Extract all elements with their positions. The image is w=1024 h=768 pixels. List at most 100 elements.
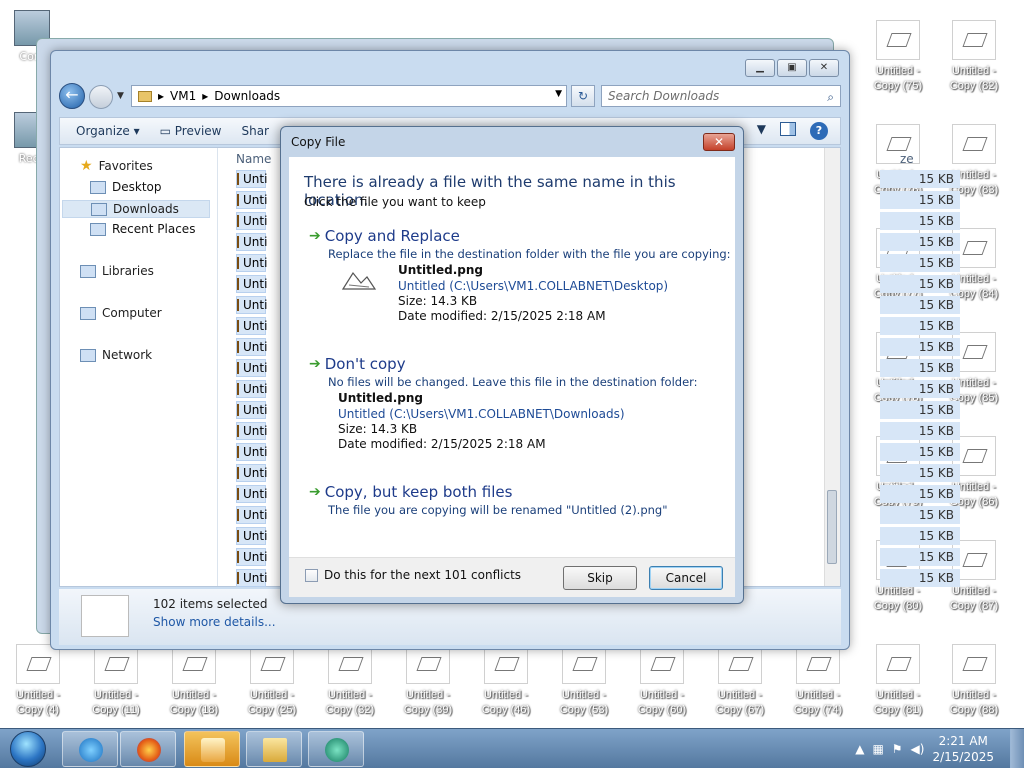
vertical-scrollbar[interactable]	[824, 148, 840, 586]
desktop-file-icon[interactable]: Untitled - Copy (82)	[938, 20, 1010, 100]
image-file-icon	[16, 644, 60, 684]
dont-copy-option[interactable]: ➔ Don't copy	[309, 355, 406, 373]
desktop-file-icon[interactable]: Untitled - Copy (67)	[704, 644, 776, 724]
taskbar-media-player[interactable]	[184, 731, 240, 767]
keep-both-option[interactable]: ➔ Copy, but keep both files	[309, 483, 512, 501]
organize-button[interactable]: Organize ▾	[76, 124, 140, 138]
file-row[interactable]: Unti	[236, 254, 267, 272]
preview-button[interactable]: ▭ Preview	[160, 124, 222, 138]
action-center-flag-icon[interactable]: ⚑	[892, 742, 903, 756]
file-row[interactable]: Unti	[236, 422, 267, 440]
cancel-button[interactable]: Cancel	[649, 566, 723, 590]
preview-pane-icon[interactable]	[780, 122, 796, 136]
file-row[interactable]: Unti	[236, 380, 267, 398]
file-row[interactable]: Unti	[236, 527, 267, 545]
taskbar: ▲ ▦ ⚑ ◀) 2:21 AM 2/15/2025	[0, 728, 1024, 768]
file-row[interactable]: Unti	[236, 464, 267, 482]
desktop-file-icon[interactable]: Untitled - Copy (60)	[626, 644, 698, 724]
breadcrumb-vm1[interactable]: VM1	[170, 89, 196, 103]
scrollbar-thumb[interactable]	[827, 490, 837, 564]
dialog-subheading: Click the file you want to keep	[304, 195, 486, 209]
desktop-file-icon[interactable]: Untitled - Copy (39)	[392, 644, 464, 724]
nav-favorites[interactable]: ★ Favorites	[80, 158, 153, 174]
help-icon[interactable]: ?	[810, 122, 828, 140]
apply-to-all-checkbox[interactable]: Do this for the next 101 conflicts	[305, 568, 521, 582]
show-desktop-button[interactable]	[1010, 729, 1024, 768]
desktop-file-icon[interactable]: Untitled - Copy (11)	[80, 644, 152, 724]
breadcrumb-downloads[interactable]: Downloads	[214, 89, 280, 103]
file-row[interactable]: Unti	[236, 443, 267, 461]
desktop-file-icon[interactable]: Untitled - Copy (81)	[862, 644, 934, 724]
show-more-details-link[interactable]: Show more details...	[153, 615, 276, 629]
history-dropdown-icon[interactable]: ▼	[117, 91, 124, 101]
file-size-cell: 15 KB	[880, 401, 960, 419]
png-file-icon	[237, 425, 239, 437]
network-tray-icon[interactable]: ▦	[872, 742, 883, 756]
file-row[interactable]: Unti	[236, 275, 267, 293]
file-row[interactable]: Unti	[236, 338, 267, 356]
copy-and-replace-option[interactable]: ➔ Copy and Replace	[309, 227, 460, 245]
desktop-file-icon[interactable]: Untitled - Copy (25)	[236, 644, 308, 724]
file-row[interactable]: Unti	[236, 233, 267, 251]
image-file-icon	[172, 644, 216, 684]
desktop-file-icon[interactable]: Untitled - Copy (88)	[938, 644, 1010, 724]
file-row[interactable]: Unti	[236, 317, 267, 335]
clock[interactable]: 2:21 AM 2/15/2025	[932, 733, 994, 765]
nav-network[interactable]: Network	[80, 348, 152, 362]
taskbar-app[interactable]	[308, 731, 364, 767]
folder-icon	[263, 738, 287, 762]
desktop-file-icon[interactable]: Untitled - Copy (46)	[470, 644, 542, 724]
file-row[interactable]: Unti	[236, 296, 267, 314]
search-input[interactable]: Search Downloads ⌕	[601, 85, 841, 107]
forward-button[interactable]	[89, 85, 113, 109]
file-row[interactable]: Unti	[236, 506, 267, 524]
back-button[interactable]: ←	[59, 83, 85, 109]
view-dropdown-icon[interactable]: ▼	[757, 122, 766, 140]
start-button[interactable]	[2, 729, 54, 768]
minimize-button[interactable]: ▁	[745, 59, 775, 77]
nav-recent-places[interactable]: Recent Places	[90, 222, 195, 236]
desktop-file-icon[interactable]: Untitled - Copy (75)	[862, 20, 934, 100]
address-dropdown-icon[interactable]: ▼	[555, 89, 562, 99]
file-row[interactable]: Unti	[236, 191, 267, 209]
checkbox-box[interactable]	[305, 568, 318, 582]
dontcopy-description: No files will be changed. Leave this fil…	[328, 375, 698, 389]
desktop-file-icon[interactable]: Untitled - Copy (74)	[782, 644, 854, 724]
file-row[interactable]: Unti	[236, 569, 267, 587]
file-size-cell: 15 KB	[880, 296, 960, 314]
refresh-button[interactable]: ↻	[571, 85, 595, 107]
file-row[interactable]: Unti	[236, 485, 267, 503]
close-window-button[interactable]: ✕	[809, 59, 839, 77]
desktop-file-icon[interactable]: Untitled - Copy (4)	[2, 644, 74, 724]
nav-downloads[interactable]: Downloads	[62, 200, 210, 218]
column-name[interactable]: Name	[236, 152, 271, 166]
share-button[interactable]: Shar	[241, 124, 269, 138]
taskbar-firefox[interactable]	[120, 731, 176, 767]
dialog-close-button[interactable]: ✕	[703, 133, 735, 151]
image-file-icon	[640, 644, 684, 684]
volume-icon[interactable]: ◀)	[911, 742, 925, 756]
desktop-file-icon[interactable]: Untitled - Copy (32)	[314, 644, 386, 724]
nav-desktop[interactable]: Desktop	[90, 180, 162, 194]
taskbar-ie[interactable]	[62, 731, 118, 767]
show-hidden-icons-icon[interactable]: ▲	[855, 742, 864, 756]
nav-libraries[interactable]: Libraries	[80, 264, 154, 278]
nav-computer[interactable]: Computer	[80, 306, 162, 320]
desktop-file-icon[interactable]: Untitled - Copy (53)	[548, 644, 620, 724]
file-row[interactable]: Unti	[236, 212, 267, 230]
file-row[interactable]: Unti	[236, 401, 267, 419]
replace-description: Replace the file in the destination fold…	[328, 247, 731, 261]
image-file-icon	[484, 644, 528, 684]
column-size[interactable]: ze	[900, 152, 914, 166]
replace-file-date: Date modified: 2/15/2025 2:18 AM	[398, 309, 606, 323]
file-row[interactable]: Unti	[236, 359, 267, 377]
desktop-file-icon[interactable]: Untitled - Copy (18)	[158, 644, 230, 724]
taskbar-explorer[interactable]	[246, 731, 302, 767]
file-row[interactable]: Unti	[236, 170, 267, 188]
network-icon	[80, 348, 96, 362]
file-row[interactable]: Unti	[236, 548, 267, 566]
address-bar[interactable]: ▸ VM1 ▸ Downloads ▼	[131, 85, 567, 107]
maximize-button[interactable]: ▣	[777, 59, 807, 77]
skip-button[interactable]: Skip	[563, 566, 637, 590]
file-size-cell: 15 KB	[880, 464, 960, 482]
